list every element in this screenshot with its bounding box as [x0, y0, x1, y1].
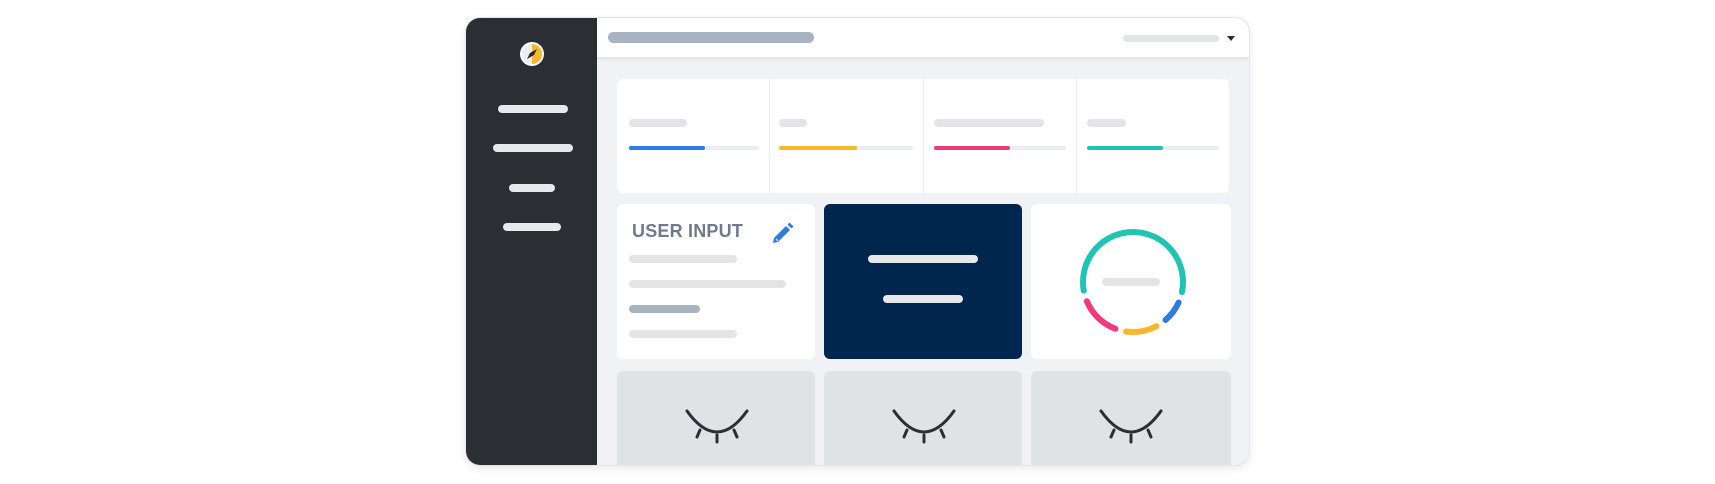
caret-down-icon[interactable]: [1227, 36, 1235, 41]
stat-tile-3: [924, 79, 1077, 193]
stat-tile-4: [1077, 79, 1229, 193]
sidebar-item-3[interactable]: [509, 184, 555, 192]
bottom-card-3[interactable]: [1031, 371, 1231, 465]
text-line-placeholder: [629, 305, 700, 313]
stat-progress-fill: [779, 146, 857, 150]
stat-label: [1086, 119, 1126, 127]
stats-panel: [617, 79, 1229, 193]
highlight-card[interactable]: [824, 204, 1022, 359]
stat-label: [629, 119, 687, 127]
stat-progress-fill: [629, 146, 705, 150]
text-line-placeholder: [629, 280, 786, 288]
sidebar: [466, 18, 597, 465]
stat-progress-track: [629, 146, 760, 150]
compass-logo-icon[interactable]: [519, 41, 545, 67]
stat-label: [779, 119, 808, 127]
sidebar-item-1[interactable]: [498, 105, 568, 113]
closed-eye-icon: [1099, 409, 1163, 444]
card-title: USER INPUT: [632, 221, 744, 241]
donut-segment-4: [1083, 298, 1119, 332]
sidebar-item-4[interactable]: [503, 223, 561, 231]
donut-segment-3: [1123, 323, 1160, 335]
pencil-icon[interactable]: [770, 220, 796, 246]
user-menu-label[interactable]: [1123, 35, 1219, 42]
text-line-placeholder: [883, 295, 963, 303]
page-title-placeholder: [608, 32, 814, 43]
closed-eye-icon: [685, 409, 749, 444]
stat-progress-fill: [1086, 146, 1164, 150]
donut-card: [1031, 204, 1231, 359]
stat-progress-track: [933, 146, 1066, 150]
donut-center-label: [1102, 278, 1160, 286]
user-input-card: USER INPUT: [617, 204, 815, 359]
stat-tile-2: [770, 79, 924, 193]
stat-progress-track: [1086, 146, 1219, 150]
stat-progress-fill: [933, 146, 1011, 150]
stat-tile-1: [617, 79, 771, 193]
bottom-card-2[interactable]: [824, 371, 1022, 465]
bottom-card-1[interactable]: [617, 371, 815, 465]
text-line-placeholder: [868, 255, 978, 263]
app-window: USER INPUT: [466, 18, 1249, 465]
sidebar-item-2[interactable]: [493, 144, 573, 152]
donut-segment-2: [1162, 299, 1182, 323]
text-line-placeholder: [629, 255, 737, 263]
stat-label: [933, 119, 1044, 127]
stat-progress-track: [779, 146, 913, 150]
top-bar: [597, 18, 1249, 58]
closed-eye-icon: [892, 409, 956, 444]
text-line-placeholder: [629, 330, 737, 338]
